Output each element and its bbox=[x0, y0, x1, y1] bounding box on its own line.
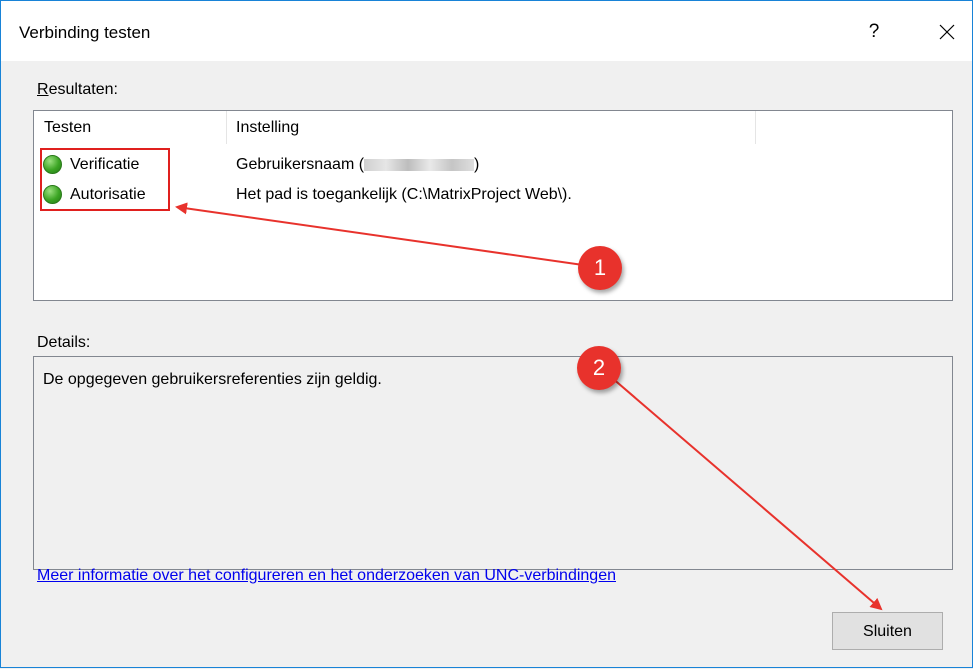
details-box[interactable]: De opgegeven gebruikersreferenties zijn … bbox=[33, 356, 953, 570]
column-separator[interactable] bbox=[226, 111, 227, 144]
title-bar: Verbinding testen ? bbox=[1, 1, 972, 61]
close-button[interactable] bbox=[929, 17, 963, 47]
annotation-badge-1: 1 bbox=[578, 246, 622, 290]
close-icon bbox=[939, 24, 955, 40]
results-list[interactable]: Testen Instelling Verificatie Gebruikers… bbox=[33, 110, 953, 301]
column-header-testen[interactable]: Testen bbox=[44, 111, 91, 144]
annotation-badge-2: 2 bbox=[577, 346, 621, 390]
unc-info-link[interactable]: Meer informatie over het configureren en… bbox=[37, 567, 616, 585]
sluiten-button[interactable]: Sluiten bbox=[832, 612, 943, 650]
details-text: De opgegeven gebruikersreferenties zijn … bbox=[43, 371, 382, 388]
highlight-box bbox=[40, 148, 170, 211]
setting-value: Gebruikersnaam () bbox=[236, 156, 480, 173]
details-label: Details: bbox=[37, 334, 91, 351]
column-separator[interactable] bbox=[755, 111, 756, 144]
redacted-block bbox=[364, 158, 475, 171]
column-header-instelling[interactable]: Instelling bbox=[236, 111, 299, 144]
dialog-title: Verbinding testen bbox=[19, 23, 151, 42]
results-label: Resultaten: bbox=[37, 81, 118, 98]
dialog-window: Verbinding testen ? Resultaten: Testen I… bbox=[0, 0, 973, 668]
help-button[interactable]: ? bbox=[859, 17, 889, 47]
setting-value: Het pad is toegankelijk (C:\MatrixProjec… bbox=[236, 186, 572, 203]
